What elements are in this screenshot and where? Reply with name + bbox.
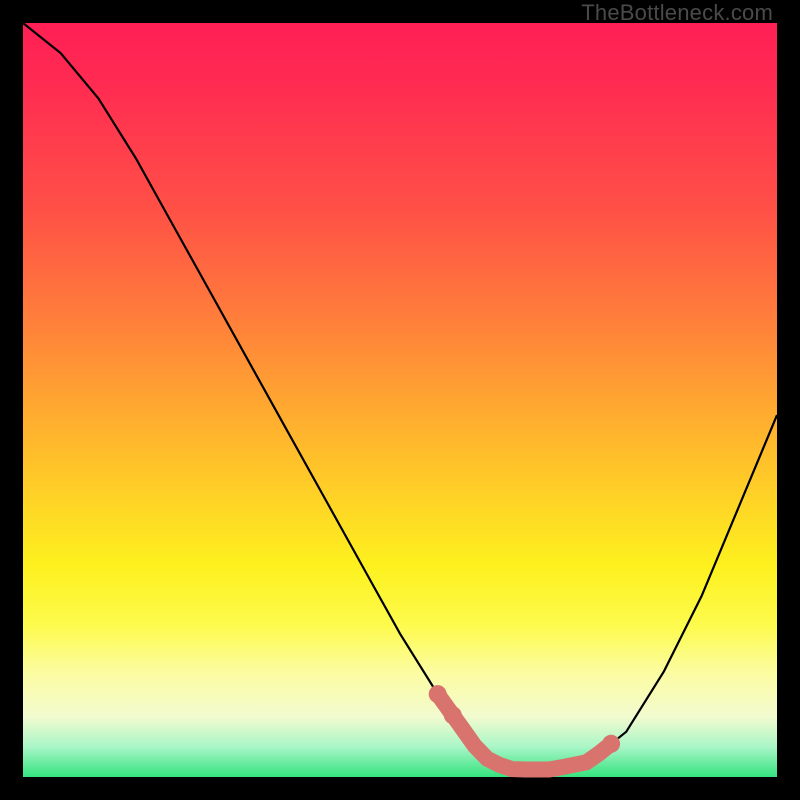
highlight-dot <box>429 685 447 703</box>
bottleneck-curve <box>23 23 777 770</box>
optimal-range-segment <box>438 694 611 769</box>
chart-frame: TheBottleneck.com <box>0 0 800 800</box>
highlight-dot <box>444 706 462 724</box>
highlight-dot <box>602 735 620 753</box>
chart-overlay <box>23 23 777 777</box>
highlight-dots <box>429 685 620 753</box>
